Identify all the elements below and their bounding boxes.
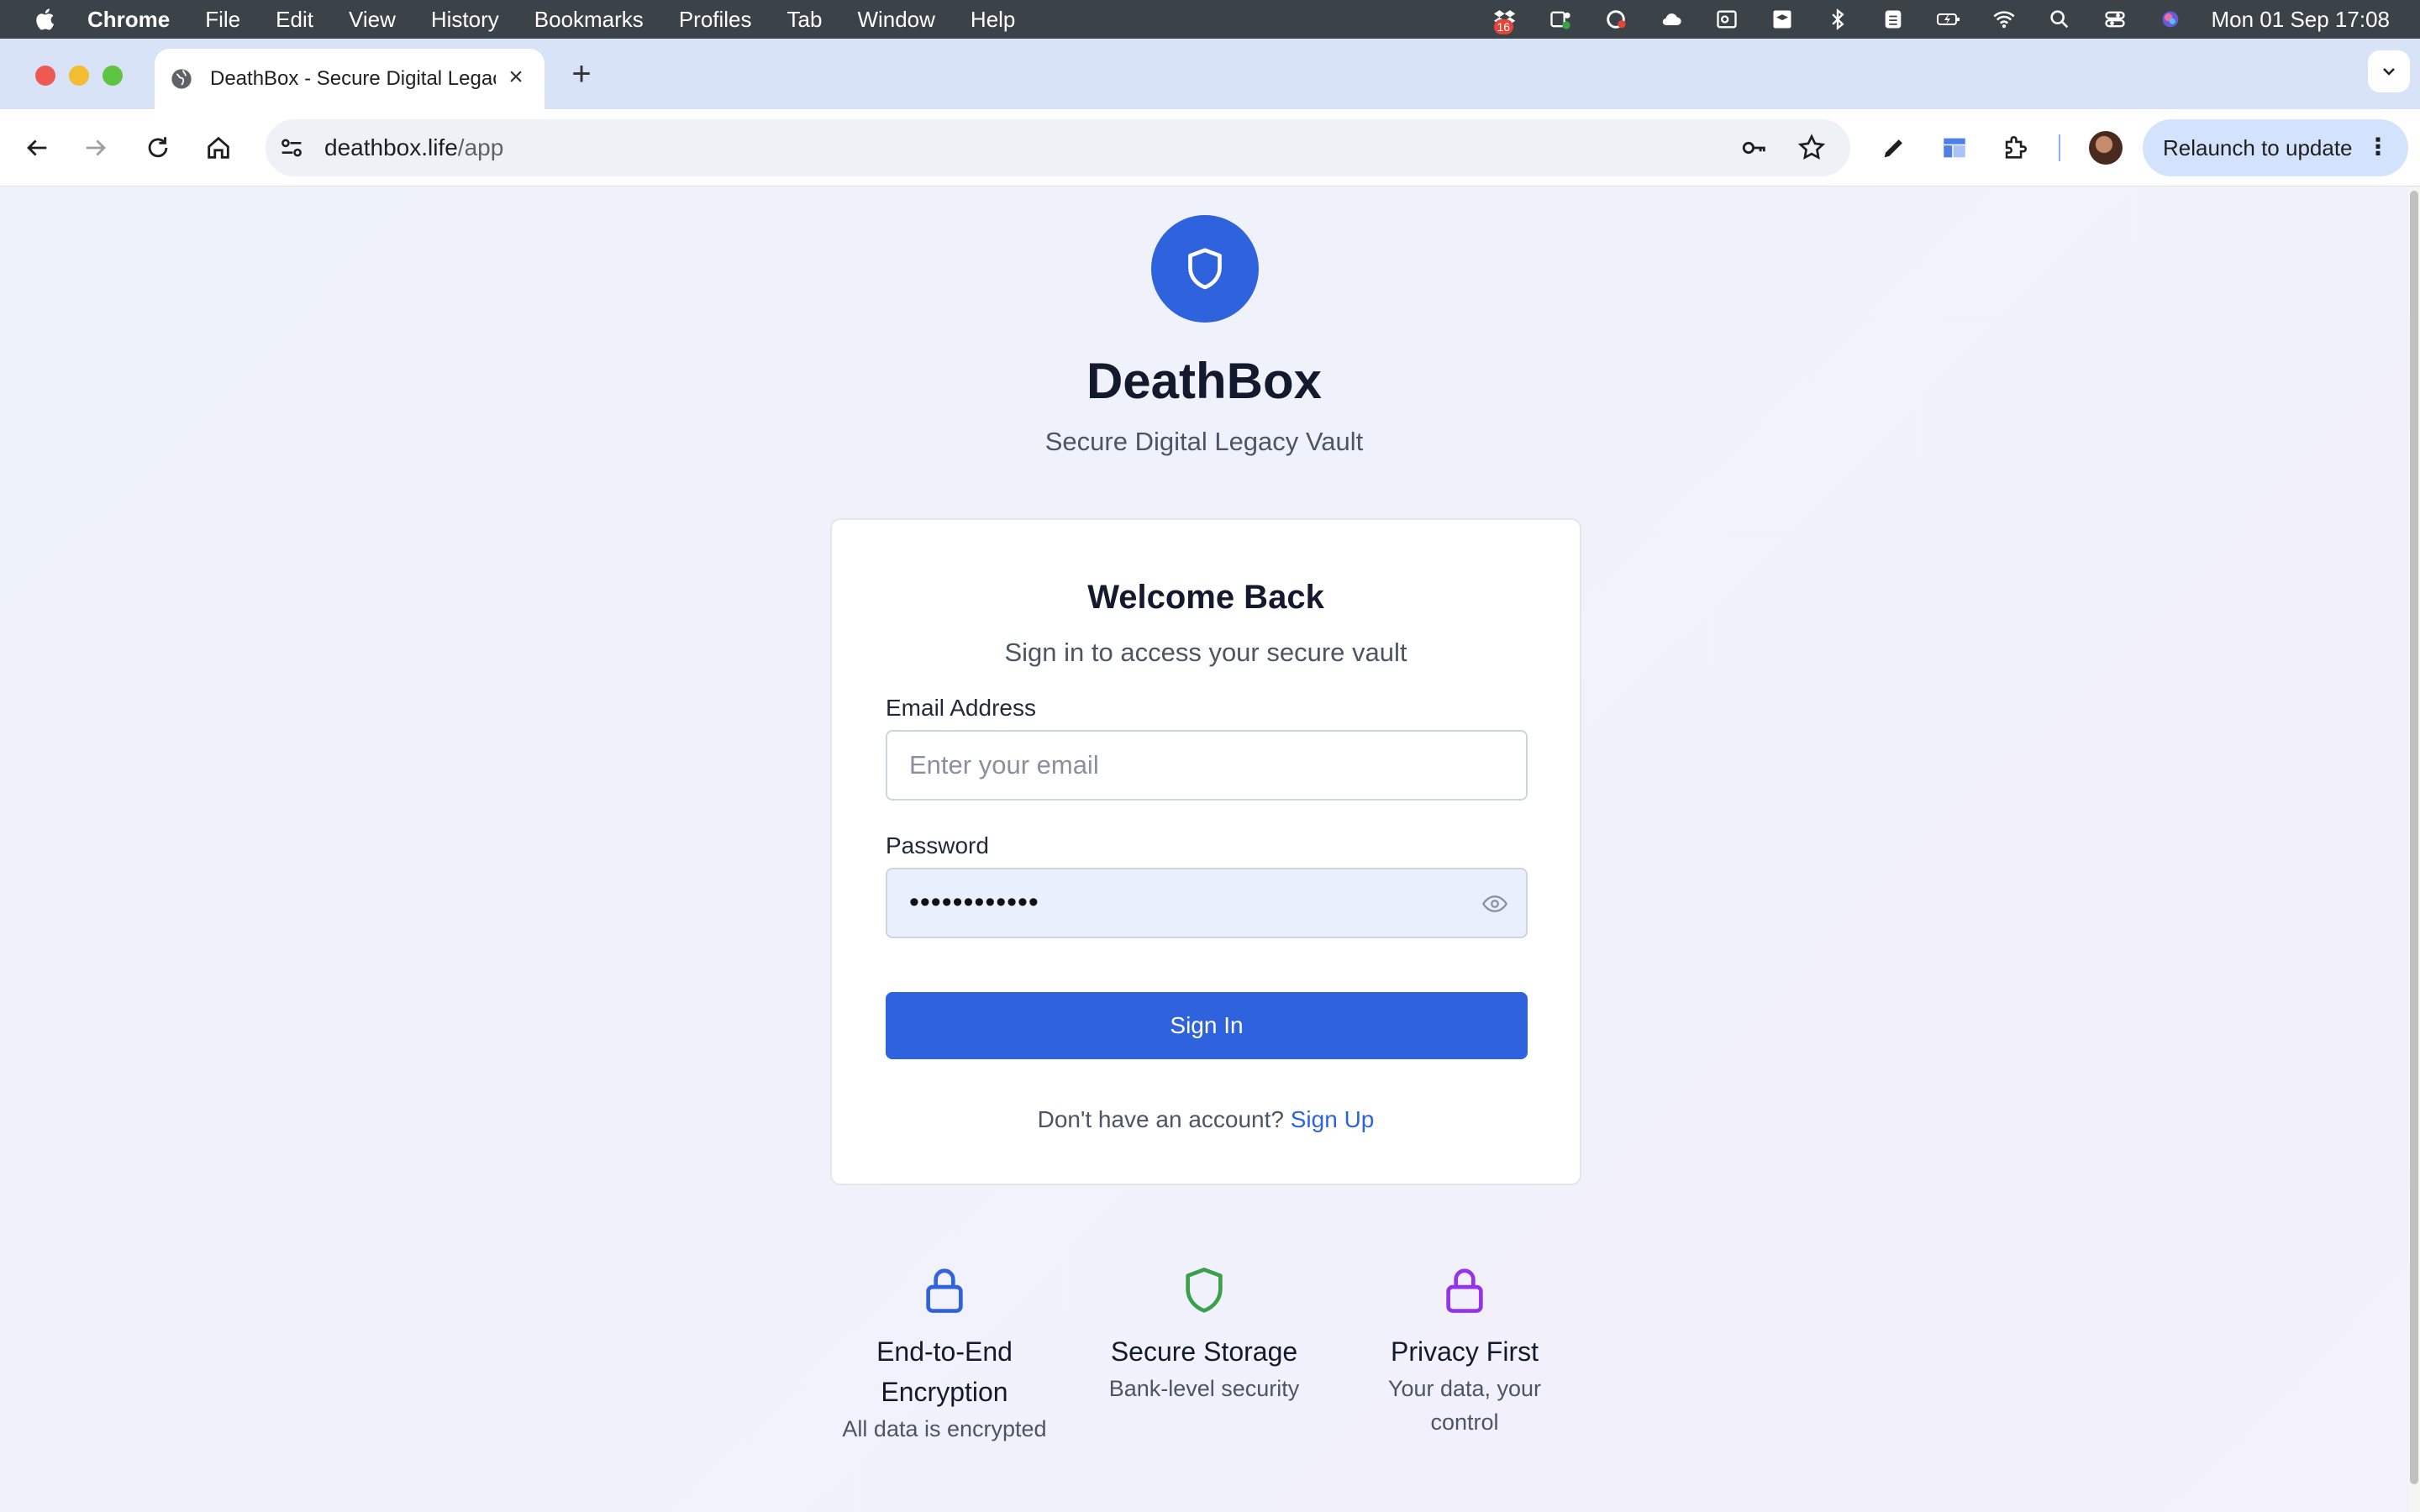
menu-window[interactable]: Window — [857, 7, 934, 33]
signup-prompt-row: Don't have an account? Sign Up — [832, 1106, 1580, 1133]
apple-menu-icon[interactable] — [34, 7, 59, 32]
home-button[interactable] — [200, 129, 237, 166]
page-scrollbar[interactable] — [2408, 187, 2420, 1512]
feature-title: Secure Storage — [1110, 1336, 1298, 1367]
menu-tab[interactable]: Tab — [787, 7, 823, 33]
feature-description: Bank-level security — [1108, 1376, 1300, 1401]
arrow-left-icon — [27, 139, 47, 156]
window-close-button[interactable] — [35, 66, 55, 86]
lock-icon — [926, 1268, 963, 1313]
site-info-icon[interactable] — [277, 134, 306, 162]
menu-view[interactable]: View — [349, 7, 396, 33]
battery-icon[interactable] — [1934, 8, 1963, 31]
password-key-icon[interactable] — [1739, 134, 1770, 162]
menu-bookmarks[interactable]: Bookmarks — [534, 7, 644, 33]
bookmark-star-icon[interactable] — [1797, 133, 1827, 163]
reload-icon — [148, 137, 168, 158]
email-field[interactable] — [886, 730, 1528, 801]
teams-icon[interactable] — [1546, 8, 1575, 31]
feature-encryption: End-to-End Encryption All data is encryp… — [835, 1264, 1054, 1446]
siri-icon[interactable] — [2156, 8, 2185, 31]
card-subtitle: Sign in to access your secure vault — [1004, 638, 1407, 667]
feature-title: Privacy First — [1391, 1336, 1539, 1367]
creative-cloud-icon[interactable] — [1602, 8, 1630, 31]
login-card: Welcome Back Sign in to access your secu… — [830, 518, 1581, 1185]
arrow-right-icon — [86, 139, 106, 156]
feature-storage: Secure Storage Bank-level security — [1095, 1264, 1313, 1405]
url-path: /app — [457, 134, 504, 160]
window-minimize-button[interactable] — [69, 66, 89, 86]
password-label: Password — [886, 832, 989, 858]
scrollbar-thumb[interactable] — [2410, 191, 2418, 1484]
feature-description: All data is encrypted — [842, 1416, 1047, 1441]
password-input[interactable]: •••••••••••• — [909, 886, 1039, 919]
spotlight-search-icon[interactable] — [2045, 8, 2074, 31]
lock-icon — [1446, 1268, 1483, 1313]
puzzle-icon — [2005, 136, 2027, 159]
url-domain: deathbox.life — [324, 134, 458, 160]
app-logo — [1151, 215, 1259, 323]
icloud-icon[interactable] — [1657, 8, 1686, 31]
password-field[interactable]: •••••••••••• — [886, 868, 1528, 938]
outlook-icon[interactable] — [1712, 8, 1741, 31]
menu-profiles[interactable]: Profiles — [679, 7, 752, 33]
shield-icon — [1186, 1268, 1223, 1313]
chevron-down-icon — [2383, 68, 2395, 76]
url-text[interactable]: deathbox.life/app — [324, 134, 503, 161]
menubar-clock[interactable]: Mon 01 Sep 17:08 — [2212, 7, 2391, 33]
active-tab[interactable]: DeathBox - Secure Digital Legacy Vault × — [155, 49, 544, 109]
address-bar[interactable]: deathbox.life/app — [266, 119, 1850, 176]
email-input[interactable] — [887, 732, 1526, 799]
browser-toolbar: deathbox.life/app Relaunch to update ⋮ — [0, 109, 2420, 186]
page-content: DeathBox Secure Digital Legacy Vault Wel… — [0, 187, 2408, 1512]
feature-description: Your data, your control — [1387, 1376, 1542, 1435]
tab-strip: DeathBox - Secure Digital Legacy Vault ×… — [0, 39, 2420, 109]
shield-icon — [1188, 248, 1222, 290]
relaunch-label: Relaunch to update — [2163, 134, 2353, 160]
mac-menubar: Chrome File Edit View History Bookmarks … — [0, 0, 2420, 39]
feature-title: End-to-End Encryption — [876, 1336, 1013, 1407]
reload-button[interactable] — [139, 129, 176, 166]
menu-edit[interactable]: Edit — [276, 7, 313, 33]
toolbar-separator — [2059, 134, 2060, 161]
bluetooth-icon[interactable] — [1823, 8, 1852, 31]
card-title: Welcome Back — [1087, 579, 1324, 616]
control-center-icon[interactable] — [2101, 8, 2129, 31]
tab-close-icon[interactable]: × — [504, 65, 528, 90]
notification-badge: 16 — [1493, 19, 1514, 34]
globe-icon — [171, 69, 192, 89]
more-menu-icon[interactable]: ⋮ — [2366, 134, 2390, 160]
edit-pen-button[interactable] — [1876, 129, 1912, 166]
side-panel-button[interactable] — [1936, 129, 1973, 166]
profile-avatar[interactable] — [2089, 131, 2123, 165]
wifi-icon[interactable] — [1990, 8, 2018, 31]
forward-button[interactable] — [77, 129, 114, 166]
email-label: Email Address — [886, 695, 1036, 721]
signup-prompt: Don't have an account? — [1037, 1106, 1284, 1132]
extensions-button[interactable] — [1996, 129, 2033, 166]
tab-search-button[interactable] — [2368, 50, 2410, 92]
dropbox-icon[interactable]: 16 — [1491, 8, 1519, 34]
back-button[interactable] — [18, 129, 55, 166]
feature-privacy: Privacy First Your data, your control — [1355, 1264, 1574, 1439]
menu-app-name[interactable]: Chrome — [87, 7, 170, 33]
menu-file[interactable]: File — [205, 7, 240, 33]
stack-icon[interactable] — [1768, 8, 1797, 31]
app-tagline: Secure Digital Legacy Vault — [1044, 427, 1364, 456]
vpn-icon[interactable] — [1879, 8, 1907, 31]
app-title: DeathBox — [1086, 353, 1323, 409]
window-zoom-button[interactable] — [103, 66, 123, 86]
sign-in-button[interactable]: Sign In — [886, 992, 1528, 1059]
tab-title: DeathBox - Secure Digital Legacy Vault — [210, 67, 496, 90]
home-icon — [208, 136, 229, 159]
eye-icon[interactable] — [1482, 893, 1507, 915]
sign-up-link[interactable]: Sign Up — [1291, 1106, 1375, 1132]
pen-icon — [1884, 139, 1902, 158]
menu-help[interactable]: Help — [971, 7, 1015, 33]
menu-history[interactable]: History — [431, 7, 499, 33]
layout-icon — [1944, 138, 1965, 158]
new-tab-button[interactable]: + — [565, 57, 598, 91]
relaunch-update-button[interactable]: Relaunch to update ⋮ — [2143, 119, 2408, 176]
